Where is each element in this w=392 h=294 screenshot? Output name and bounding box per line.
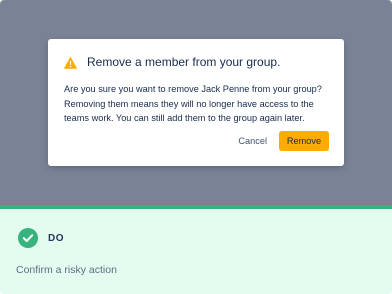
- do-label: DO: [48, 232, 64, 244]
- warning-icon: [64, 56, 77, 69]
- guideline-card: Remove a member from your group. Are you…: [0, 0, 392, 294]
- dialog-message: Are you sure you want to remove Jack Pen…: [64, 84, 322, 123]
- modal-overlay: Remove a member from your group. Are you…: [0, 0, 392, 205]
- do-guidance-panel: DO Confirm a risky action: [0, 209, 392, 294]
- remove-button[interactable]: Remove: [279, 131, 329, 151]
- guidance-description: Confirm a risky action: [16, 264, 117, 276]
- cancel-button[interactable]: Cancel: [232, 131, 273, 151]
- check-circle-icon: [18, 228, 38, 248]
- do-header: DO: [18, 228, 64, 248]
- dialog-actions: Cancel Remove: [232, 131, 329, 151]
- dialog-title: Remove a member from your group.: [87, 55, 281, 69]
- confirmation-dialog: Remove a member from your group. Are you…: [48, 39, 344, 166]
- dialog-header: Remove a member from your group.: [64, 55, 280, 69]
